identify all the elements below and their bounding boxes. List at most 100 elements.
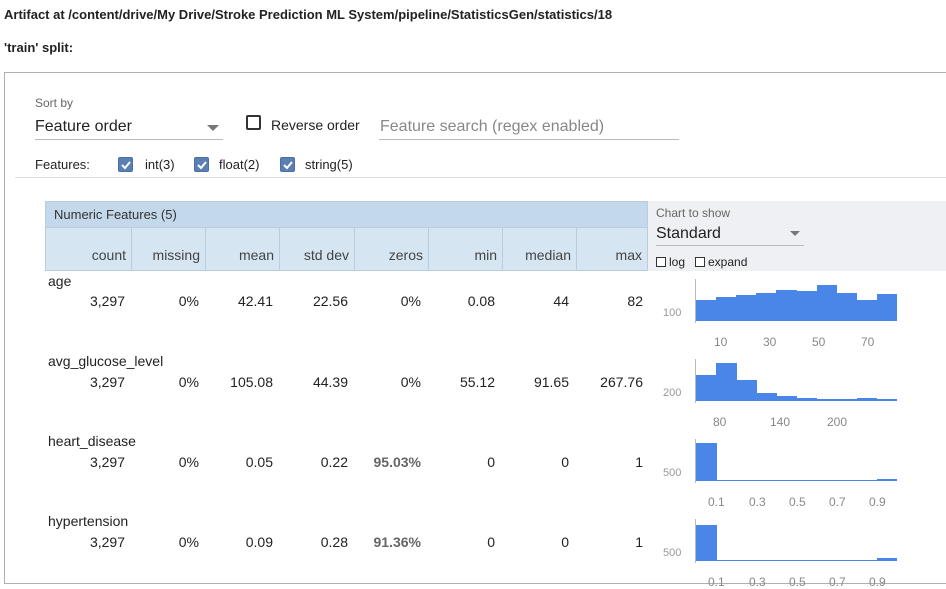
cell-zeros: 0% (400, 293, 421, 309)
histogram-tick-label: 0.3 (749, 495, 766, 509)
column-header-std-dev[interactable]: std dev (279, 227, 354, 271)
column-header-median[interactable]: median (502, 227, 576, 271)
cell-mean: 105.08 (230, 374, 273, 390)
histogram-bar[interactable] (816, 284, 838, 321)
histogram-tick-label: 0.7 (829, 575, 846, 589)
controls-bar: Sort by Feature order Reverse order Feat… (15, 87, 946, 178)
cell-median: 44 (553, 293, 569, 309)
feature-float-label[interactable]: float(2) (219, 157, 259, 172)
histogram-tick-label: 0.9 (869, 495, 886, 509)
split-label: 'train' split: (4, 40, 74, 55)
histogram-bar[interactable] (716, 297, 737, 321)
column-header-missing[interactable]: missing (131, 227, 205, 271)
chart-type-value: Standard (656, 225, 721, 242)
cell-mean: 0.05 (245, 454, 273, 470)
feature-int-checkbox[interactable] (118, 157, 133, 172)
log-label[interactable]: log (669, 255, 685, 269)
cell-count: 3,297 (89, 293, 125, 309)
cell-std-dev: 0.22 (320, 454, 348, 470)
feature-int-label[interactable]: int(3) (145, 157, 175, 172)
column-header-count[interactable]: count (46, 227, 131, 271)
column-header-min[interactable]: min (428, 227, 502, 271)
histogram-age[interactable]: 100 10 30 50 70 (655, 273, 898, 353)
histogram-tick-label: 0.3 (749, 575, 766, 589)
histogram-bar[interactable] (716, 480, 737, 481)
cell-min: 0.08 (467, 293, 495, 309)
histogram-bar[interactable] (696, 375, 717, 401)
histogram-bar[interactable] (836, 292, 858, 321)
column-header-max[interactable]: max (576, 227, 647, 271)
check-icon (197, 161, 207, 170)
histogram-bar[interactable] (816, 398, 838, 401)
histogram-bar[interactable] (836, 560, 858, 561)
histogram-tick-label: 200 (827, 415, 848, 429)
chart-type-dropdown[interactable]: Standard (656, 223, 804, 246)
histogram-bar[interactable] (716, 560, 737, 561)
histogram-bar[interactable] (856, 560, 878, 561)
chevron-down-icon (207, 125, 219, 131)
sort-by-label: Sort by (35, 96, 74, 110)
histogram-bar[interactable] (736, 560, 757, 561)
feature-name-avg-glucose-level[interactable]: avg_glucose_level (48, 353, 163, 369)
cell-missing: 0% (178, 454, 199, 470)
histogram-bar[interactable] (816, 480, 838, 481)
histogram-hypertension[interactable]: 500 0.1 0.3 0.5 0.7 0.9 (655, 513, 898, 589)
histogram-bar[interactable] (856, 480, 878, 481)
expand-label[interactable]: expand (708, 255, 747, 269)
histogram-avg-glucose-level[interactable]: 200 80 140 200 (655, 353, 898, 433)
histogram-bar[interactable] (736, 295, 757, 321)
column-header-zeros[interactable]: zeros (354, 227, 428, 271)
feature-string-label[interactable]: string(5) (305, 157, 353, 172)
numeric-features-header: Numeric Features (5) count missing mean … (45, 201, 648, 271)
histogram-bar[interactable] (796, 480, 818, 481)
reverse-order-label[interactable]: Reverse order (271, 117, 360, 133)
cell-std-dev: 22.56 (312, 293, 348, 309)
reverse-order-checkbox[interactable] (246, 115, 261, 130)
histogram-bar[interactable] (796, 397, 818, 401)
check-icon (283, 161, 293, 170)
histogram-bar[interactable] (736, 480, 757, 481)
histogram-bar[interactable] (836, 398, 858, 401)
histogram-bar[interactable] (756, 560, 777, 561)
histogram-bar[interactable] (876, 398, 898, 401)
features-label: Features: (35, 157, 90, 172)
histogram-bar[interactable] (876, 479, 898, 481)
histogram-tick-label: 10 (714, 335, 728, 349)
expand-checkbox[interactable] (695, 257, 705, 267)
histogram-bar[interactable] (796, 291, 818, 321)
histogram-bar[interactable] (836, 480, 858, 481)
feature-name-hypertension[interactable]: hypertension (48, 513, 128, 529)
feature-name-heart-disease[interactable]: heart_disease (48, 433, 136, 449)
histogram-heart-disease[interactable]: 500 0.1 0.3 0.5 0.7 0.9 (655, 433, 898, 513)
histogram-bar[interactable] (776, 480, 797, 481)
sort-by-dropdown[interactable]: Feature order (35, 115, 223, 140)
histogram-bar[interactable] (696, 300, 717, 321)
histogram-bar[interactable] (756, 392, 777, 401)
histogram-tick-label: 80 (713, 415, 727, 429)
histogram-bar[interactable] (776, 396, 797, 401)
feature-search-input[interactable]: Feature search (regex enabled) (379, 115, 679, 140)
feature-name-age[interactable]: age (48, 273, 71, 289)
histogram-bar[interactable] (776, 560, 797, 561)
histogram-bar[interactable] (716, 363, 737, 401)
histogram-bar[interactable] (876, 293, 898, 321)
histogram-bar[interactable] (696, 524, 717, 561)
cell-min: 0 (487, 534, 495, 550)
histogram-bar[interactable] (756, 480, 777, 481)
histogram-bar[interactable] (796, 560, 818, 561)
histogram-bar[interactable] (696, 443, 717, 481)
feature-string-checkbox[interactable] (280, 157, 295, 172)
histogram-bar[interactable] (776, 289, 797, 321)
log-checkbox[interactable] (656, 257, 666, 267)
histogram-bar[interactable] (756, 293, 777, 321)
column-header-mean[interactable]: mean (205, 227, 279, 271)
histogram-bar[interactable] (816, 560, 838, 561)
histogram-bar[interactable] (736, 380, 757, 401)
histogram-tick-label: 0.1 (708, 575, 725, 589)
histogram-y-label: 100 (663, 307, 682, 319)
histogram-bar[interactable] (856, 397, 878, 401)
histogram-bar[interactable] (876, 557, 898, 561)
histogram-bar[interactable] (856, 300, 878, 321)
feature-float-checkbox[interactable] (194, 157, 209, 172)
histogram-tick-label: 0.5 (789, 495, 806, 509)
